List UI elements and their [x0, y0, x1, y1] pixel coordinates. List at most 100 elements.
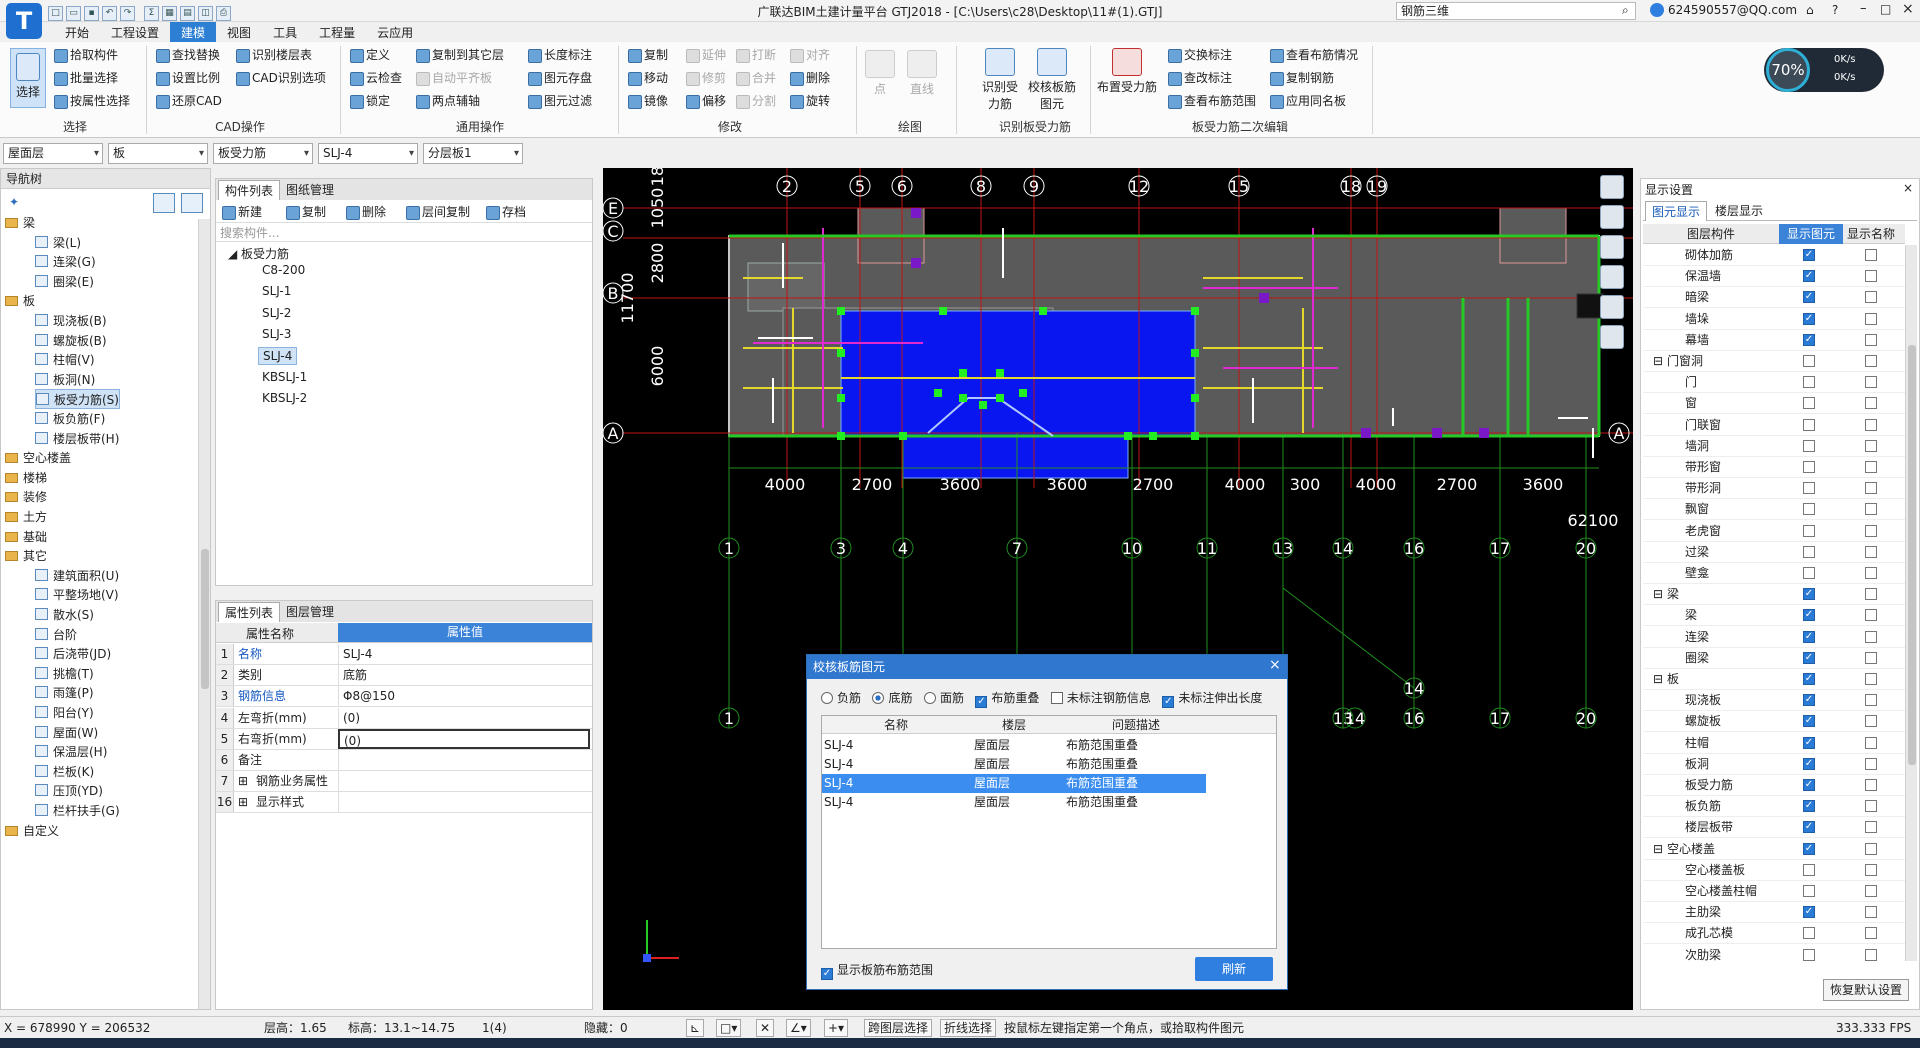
move-button[interactable]: 移动 [626, 69, 668, 87]
tab-layer-management[interactable]: 图层管理 [280, 602, 340, 622]
expand-plus-icon[interactable]: ⊞ [238, 792, 248, 812]
component-item[interactable]: SLJ-1 [258, 283, 295, 301]
show-name-checkbox[interactable] [1865, 291, 1877, 304]
point-button[interactable]: 点 [862, 50, 898, 97]
nav-item[interactable]: 梁 [5, 213, 35, 233]
nav-item[interactable]: 梁(L) [35, 233, 81, 253]
nav-item[interactable]: 连梁(G) [35, 252, 96, 272]
show-name-checkbox[interactable] [1865, 397, 1877, 410]
property-row[interactable]: 4 左弯折(mm) (0) [216, 707, 592, 729]
nav-item[interactable]: 雨篷(P) [35, 683, 94, 703]
ortho-icon[interactable]: ⊾ [686, 1019, 705, 1037]
group-select-label[interactable]: 选择 [30, 118, 120, 135]
show-element-checkbox[interactable] [1803, 461, 1815, 473]
component-item[interactable]: SLJ-2 [258, 305, 295, 323]
show-name-checkbox[interactable] [1865, 842, 1877, 855]
axis-icon[interactable]: ✕ [756, 1019, 775, 1037]
collapse-icon[interactable]: ⊟ [1653, 839, 1663, 860]
top-view-icon[interactable] [1600, 235, 1624, 259]
show-element-checkbox[interactable] [1803, 503, 1815, 516]
component-item[interactable]: C8-200 [258, 262, 309, 280]
apply-same-slab-button[interactable]: 应用同名板 [1268, 92, 1346, 110]
select-button[interactable]: 选择 [10, 48, 46, 108]
tab-element-display[interactable]: 图元显示 [1645, 201, 1708, 221]
lock-button[interactable]: 锁定 [348, 92, 390, 110]
group-modify-label[interactable]: 修改 [690, 118, 770, 135]
define-button[interactable]: 定义 [348, 46, 390, 64]
show-name-checkbox[interactable] [1865, 673, 1877, 685]
show-element-checkbox[interactable] [1803, 418, 1815, 431]
collapse-icon[interactable]: ⊟ [1653, 669, 1663, 690]
show-element-checkbox[interactable]: ✓ [1803, 312, 1815, 325]
issue-row[interactable]: SLJ-4 屋面层 布筋范围重叠 [822, 736, 1206, 755]
nav-item[interactable]: 板洞(N) [35, 370, 95, 390]
nav-item[interactable]: 挑檐(T) [35, 664, 94, 684]
property-value[interactable] [338, 771, 590, 792]
search-icon[interactable]: ⌕ [1622, 3, 1629, 18]
menu-view[interactable]: 视图 [216, 22, 262, 43]
dynamic-input-icon[interactable]: +▾ [824, 1019, 849, 1037]
collapse-icon[interactable]: ⊟ [1653, 351, 1663, 372]
show-element-checkbox[interactable] [1803, 948, 1815, 961]
show-element-checkbox[interactable]: ✓ [1803, 800, 1815, 813]
cloud-check-button[interactable]: 云检查 [348, 69, 402, 87]
property-value[interactable]: 底筋 [338, 665, 590, 686]
save-element-button[interactable]: 图元存盘 [526, 69, 592, 87]
nav-item[interactable]: 板负筋(F) [35, 409, 105, 429]
copy-button[interactable]: 复制 [626, 46, 668, 64]
component-item[interactable]: SLJ-4 [258, 347, 298, 366]
select-by-property-button[interactable]: 按属性选择 [52, 92, 130, 110]
show-name-checkbox[interactable] [1865, 524, 1877, 537]
show-name-checkbox[interactable] [1865, 609, 1877, 622]
nav-item[interactable]: 后浇带(JD) [35, 644, 111, 664]
tab-floor-display[interactable]: 楼层显示 [1709, 201, 1769, 221]
check-slab-rebar-button[interactable]: 校核板筋图元 [1026, 48, 1078, 112]
auto-align-slab-button[interactable]: 自动平齐板 [414, 69, 492, 87]
show-name-checkbox[interactable] [1865, 418, 1877, 431]
find-replace-button[interactable]: 查找替换 [154, 46, 220, 64]
minimize-icon[interactable]: – [1860, 1, 1867, 16]
component-item[interactable]: KBSLJ-2 [258, 390, 311, 408]
show-element-checkbox[interactable]: ✓ [1803, 333, 1815, 346]
show-element-checkbox[interactable]: ✓ [1803, 630, 1815, 643]
set-scale-button[interactable]: 设置比例 [154, 69, 220, 87]
display-scroll-thumb[interactable] [1908, 345, 1916, 765]
close-panel-icon[interactable]: × [1903, 181, 1913, 195]
nav-item[interactable]: 现浇板(B) [35, 311, 107, 331]
app-logo[interactable]: T [6, 3, 42, 39]
group-recognize-label[interactable]: 识别板受力筋 [980, 118, 1090, 135]
show-element-checkbox[interactable]: ✓ [1803, 821, 1815, 834]
property-value[interactable] [338, 792, 590, 813]
swap-label-button[interactable]: 交换标注 [1166, 46, 1232, 64]
rotate-view-icon[interactable] [1600, 295, 1624, 319]
display-scrollbar[interactable] [1905, 245, 1917, 961]
component-item[interactable]: SLJ-3 [258, 326, 295, 344]
nav-item[interactable]: 散水(S) [35, 605, 94, 625]
nav-item[interactable]: 螺旋板(B) [35, 331, 107, 351]
component-select[interactable]: SLJ-4 [318, 143, 418, 164]
batch-select-button[interactable]: 批量选择 [52, 69, 118, 87]
show-name-checkbox[interactable] [1865, 355, 1877, 367]
show-element-checkbox[interactable]: ✓ [1803, 291, 1815, 304]
show-element-checkbox[interactable]: ✓ [1803, 779, 1815, 791]
tab-property-list[interactable]: 属性列表 [218, 602, 281, 622]
expand-plus-icon[interactable]: ⊞ [238, 771, 248, 791]
show-element-checkbox[interactable]: ✓ [1803, 651, 1815, 664]
view-rebar-range-button[interactable]: 查看布筋范围 [1166, 92, 1256, 110]
reset-default-button[interactable]: 恢复默认设置 [1823, 979, 1909, 1001]
property-value[interactable]: Φ8@150 [338, 686, 590, 707]
menu-project-settings[interactable]: 工程设置 [100, 22, 170, 43]
nav-item[interactable]: 板受力筋(S) [35, 389, 120, 410]
layer-view-icon[interactable] [1600, 325, 1624, 349]
copy-to-other-floor-button[interactable]: 复制到其它层 [414, 46, 504, 64]
check-no-extension[interactable]: ✓ 未标注伸出长度 [1162, 691, 1262, 708]
show-name-checkbox[interactable] [1865, 800, 1877, 813]
radio-bottom[interactable]: 底筋 [872, 691, 912, 705]
nav-item[interactable]: 楼层板带(H) [35, 429, 119, 449]
3d-view-icon[interactable] [1600, 205, 1624, 229]
issue-row[interactable]: SLJ-4 屋面层 布筋范围重叠 [822, 755, 1206, 774]
notification-icon[interactable]: ⌂ [1806, 3, 1814, 17]
property-value[interactable]: (0) [338, 707, 590, 728]
show-element-checkbox[interactable]: ✓ [1803, 736, 1815, 749]
angle-icon[interactable]: ∠▾ [786, 1019, 811, 1037]
